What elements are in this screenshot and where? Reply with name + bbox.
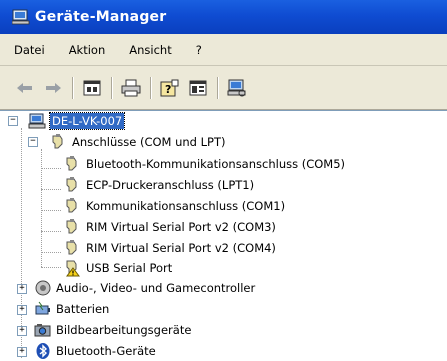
tree-item-port[interactable]: Kommunikationsanschluss (COM1): [64, 195, 285, 216]
tree-root[interactable]: DE-L-VK-007: [28, 110, 126, 131]
back-button[interactable]: [14, 77, 36, 99]
tree-category-audio[interactable]: Audio-, Video- und Gamecontroller: [34, 277, 255, 298]
category-expand-toggle[interactable]: +: [17, 305, 27, 315]
category-label: Audio-, Video- und Gamecontroller: [56, 280, 256, 295]
tree-line: [41, 267, 61, 268]
toolbar-separator: [111, 76, 113, 99]
menu-help[interactable]: ?: [196, 43, 202, 57]
ports-label: Anschlüsse (COM und LPT): [72, 134, 226, 149]
menu-bar: Datei Aktion Ansicht ?: [0, 34, 447, 66]
tree-line: [41, 189, 61, 190]
toolbar-separator: [217, 76, 219, 99]
toolbar-separator: [150, 76, 152, 99]
port-label: RIM Virtual Serial Port v2 (COM3): [86, 219, 276, 234]
view-icon: [189, 80, 207, 95]
computer-icon: [28, 113, 46, 128]
toolbar-separator: [72, 76, 74, 99]
help-icon: ?: [160, 79, 179, 96]
device-tree: − DE-L-VK-007 − Anschlüsse (COM und LPT)…: [0, 110, 447, 359]
properties-icon: [83, 80, 101, 95]
tree-line: [41, 231, 61, 232]
scan-hardware-button[interactable]: [226, 77, 248, 99]
view-button[interactable]: [187, 77, 209, 99]
tree-item-port[interactable]: RIM Virtual Serial Port v2 (COM3): [64, 216, 276, 237]
port-label: Kommunikationsanschluss (COM1): [86, 198, 286, 213]
category-label: Bildbearbeitungsgeräte: [56, 322, 192, 337]
port-label: RIM Virtual Serial Port v2 (COM4): [86, 240, 276, 255]
tree-line: [41, 210, 61, 211]
menu-file[interactable]: Datei: [14, 43, 45, 57]
tree-line: [41, 168, 61, 169]
menu-action[interactable]: Aktion: [69, 43, 106, 57]
svg-text:?: ?: [165, 83, 171, 96]
port-connector-icon: [52, 133, 63, 148]
port-connector-icon: [66, 218, 77, 233]
tree-item-port[interactable]: RIM Virtual Serial Port v2 (COM4): [64, 237, 276, 258]
port-connector-icon: [66, 155, 77, 170]
tree-line: [21, 128, 22, 358]
print-icon: [121, 79, 141, 96]
tree-item-port[interactable]: ECP-Druckeranschluss (LPT1): [64, 174, 254, 195]
window-title: Geräte-Manager: [35, 9, 167, 25]
port-connector-icon: [66, 239, 77, 254]
port-connector-icon: [66, 176, 77, 191]
tree-item-port[interactable]: Bluetooth-Kommunikationsanschluss (COM5): [64, 153, 345, 174]
ports-collapse-toggle[interactable]: −: [28, 137, 38, 147]
forward-arrow-icon: [46, 82, 61, 93]
toolbar: ?: [0, 66, 447, 110]
menu-view[interactable]: Ansicht: [129, 43, 171, 57]
battery-icon: [35, 301, 50, 314]
tree-category-bluetooth[interactable]: Bluetooth-Geräte: [34, 340, 156, 361]
root-label: DE-L-VK-007: [48, 111, 126, 130]
camera-icon: [34, 323, 51, 336]
tree-category-batteries[interactable]: Batterien: [34, 298, 109, 319]
tree-line: [41, 252, 61, 253]
tree-category-imaging[interactable]: Bildbearbeitungsgeräte: [34, 319, 191, 340]
help-button[interactable]: ?: [159, 77, 181, 99]
category-expand-toggle[interactable]: +: [17, 326, 27, 336]
forward-button[interactable]: [42, 77, 64, 99]
print-button[interactable]: [120, 77, 142, 99]
port-connector-icon: [66, 197, 77, 212]
tree-category-ports[interactable]: Anschlüsse (COM und LPT): [50, 131, 226, 152]
speaker-icon: [35, 280, 51, 295]
back-arrow-icon: [17, 82, 32, 93]
tree-item-port-warning[interactable]: USB Serial Port: [64, 257, 172, 278]
tree-line: [41, 149, 42, 267]
title-bar: Geräte-Manager: [0, 0, 447, 34]
root-collapse-toggle[interactable]: −: [8, 116, 18, 126]
port-label: Bluetooth-Kommunikationsanschluss (COM5): [86, 156, 346, 171]
port-label: USB Serial Port: [86, 260, 173, 275]
device-manager-icon: [12, 9, 30, 25]
category-expand-toggle[interactable]: +: [17, 347, 27, 357]
warning-port-icon: [66, 260, 80, 276]
properties-button[interactable]: [81, 77, 103, 99]
bluetooth-icon: [36, 342, 50, 359]
scan-hardware-icon: [227, 79, 246, 96]
category-expand-toggle[interactable]: +: [17, 284, 27, 294]
category-label: Bluetooth-Geräte: [56, 343, 156, 358]
port-label: ECP-Druckeranschluss (LPT1): [86, 177, 255, 192]
category-label: Batterien: [56, 301, 110, 316]
